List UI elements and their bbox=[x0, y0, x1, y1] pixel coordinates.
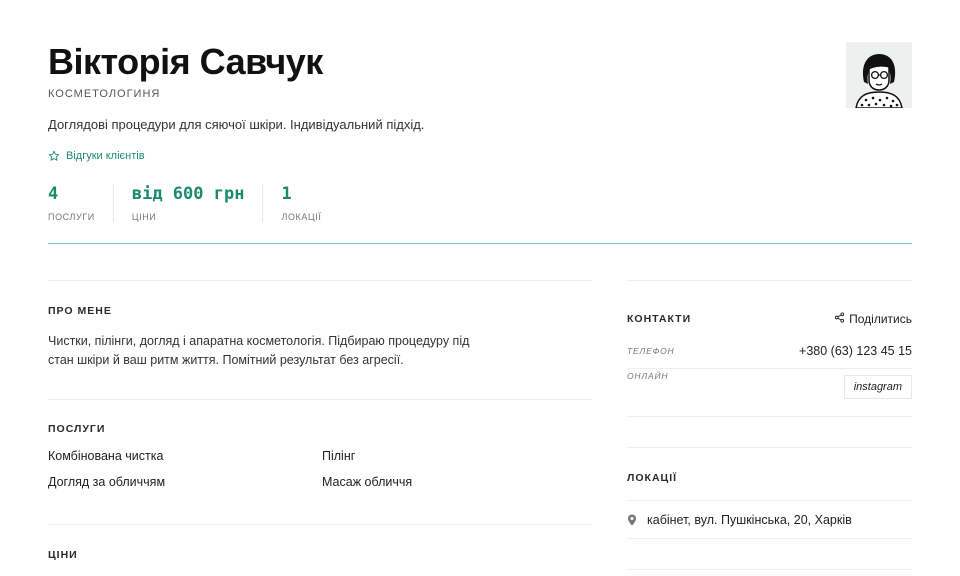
stat-label: ЦІНИ bbox=[131, 212, 157, 222]
locations-header: ЛОКАЦІЇ bbox=[627, 448, 912, 500]
reviews-link[interactable]: Відгуки клієнтів bbox=[48, 150, 145, 162]
main-column: ПРО МЕНЕ Чистки, пілінги, догляд і апара… bbox=[48, 280, 592, 561]
profile-name: Вікторія Савчук bbox=[48, 41, 323, 82]
reviews-label: Відгуки клієнтів bbox=[66, 150, 145, 162]
location-item[interactable]: кабінет, вул. Пушкінська, 20, Харків bbox=[627, 501, 912, 539]
about-text: Чистки, пілінги, догляд і апаратна косме… bbox=[48, 334, 470, 367]
service-item[interactable]: Комбінована чистка bbox=[48, 449, 322, 463]
share-label: Поділитись bbox=[849, 311, 912, 326]
services-list: Комбінована чистка Пілінг Догляд за обли… bbox=[48, 449, 592, 489]
profile-header: Вікторія Савчук КОСМЕТОЛОГИНЯ bbox=[48, 40, 912, 100]
online-label: ОНЛАЙН bbox=[627, 371, 669, 381]
about-title: ПРО МЕНЕ bbox=[48, 305, 112, 317]
stat-prices: від 600 грн ЦІНИ bbox=[132, 184, 264, 222]
stat-locations: 1 ЛОКАЦІЇ bbox=[281, 184, 339, 222]
stats-row: 4 ПОСЛУГИ від 600 грн ЦІНИ 1 ЛОКАЦІЇ bbox=[48, 184, 357, 222]
profile-profession: КОСМЕТОЛОГИНЯ bbox=[48, 88, 161, 100]
services-section: ПОСЛУГИ Комбінована чистка Пілінг Догляд… bbox=[48, 400, 592, 524]
service-item[interactable]: Пілінг bbox=[322, 449, 542, 463]
divider bbox=[627, 417, 912, 448]
prices-title: ЦІНИ bbox=[48, 549, 78, 561]
stat-value: 4 bbox=[48, 184, 59, 204]
service-item[interactable]: Догляд за обличчям bbox=[48, 475, 322, 489]
services-title: ПОСЛУГИ bbox=[48, 423, 106, 435]
phone-label: ТЕЛЕФОН bbox=[627, 345, 675, 356]
service-item[interactable]: Масаж обличчя bbox=[322, 475, 542, 489]
stat-label: ЛОКАЦІЇ bbox=[281, 212, 322, 222]
sidebar: КОНТАКТИ Поділитись ТЕЛЕФОН +380 (63) 12… bbox=[627, 280, 912, 570]
phone-value[interactable]: +380 (63) 123 45 15 bbox=[799, 344, 912, 358]
stat-label: ПОСЛУГИ bbox=[48, 212, 95, 222]
location-address: кабінет, вул. Пушкінська, 20, Харків bbox=[647, 512, 852, 527]
contact-online-row: ОНЛАЙН instagram bbox=[627, 369, 912, 417]
stat-services: 4 ПОСЛУГИ bbox=[48, 184, 114, 222]
divider bbox=[627, 569, 912, 570]
hero-divider bbox=[48, 243, 912, 244]
share-button[interactable]: Поділитись bbox=[834, 312, 912, 326]
star-icon bbox=[48, 150, 60, 162]
about-section: ПРО МЕНЕ Чистки, пілінги, догляд і апара… bbox=[48, 281, 592, 399]
avatar-illustration-icon bbox=[846, 42, 912, 108]
stat-value: 1 bbox=[281, 184, 292, 204]
stat-value: від 600 грн bbox=[131, 184, 245, 204]
instagram-button[interactable]: instagram bbox=[843, 375, 912, 399]
contacts-title: КОНТАКТИ bbox=[627, 312, 692, 325]
location-pin-icon bbox=[627, 514, 637, 526]
share-icon bbox=[834, 311, 845, 326]
avatar bbox=[846, 42, 912, 108]
contact-phone-row: ТЕЛЕФОН +380 (63) 123 45 15 bbox=[627, 333, 912, 369]
prices-section: ЦІНИ bbox=[48, 525, 592, 561]
contacts-header: КОНТАКТИ Поділитись bbox=[627, 281, 912, 333]
locations-title: ЛОКАЦІЇ bbox=[627, 472, 678, 484]
profile-tagline: Доглядові процедури для сяючої шкіри. Ін… bbox=[48, 117, 425, 132]
